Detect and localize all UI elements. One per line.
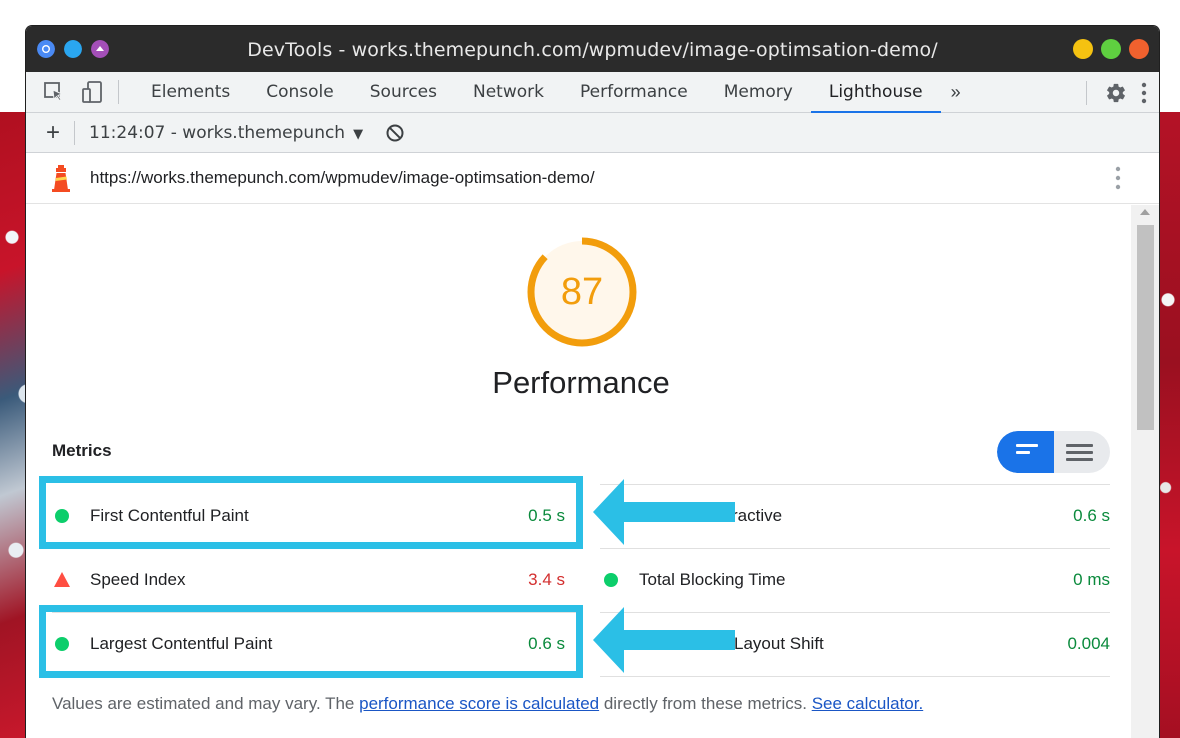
metrics-view-toggle[interactable] — [997, 431, 1110, 473]
highlight-box-fcp — [39, 476, 583, 549]
vertical-scrollbar[interactable] — [1131, 205, 1159, 738]
report-divider — [74, 120, 76, 145]
tab-lighthouse[interactable]: Lighthouse — [810, 72, 941, 113]
expanded-lines-icon[interactable] — [1066, 444, 1093, 465]
score-calculated-link[interactable]: performance score is calculated — [359, 694, 599, 713]
metric-time-to-interactive: ractive 0.6 s — [732, 484, 1110, 547]
device-toolbar-icon[interactable] — [80, 80, 104, 104]
title-bar: DevTools - works.themepunch.com/wpmudev/… — [26, 26, 1159, 72]
arrow-annotation-icon — [593, 479, 735, 545]
metric-cumulative-layout-shift: Layout Shift 0.004 — [734, 612, 1110, 675]
metrics-heading: Metrics — [52, 441, 112, 460]
metric-name: Layout Shift — [734, 633, 824, 653]
more-tabs-button[interactable]: » — [941, 82, 971, 103]
performance-score: 87 — [560, 270, 604, 313]
metric-name: Total Blocking Time — [639, 569, 786, 589]
tab-network[interactable]: Network — [455, 72, 562, 113]
inspect-element-icon[interactable] — [42, 80, 66, 104]
chrome-icon — [37, 40, 55, 58]
tab-console[interactable]: Console — [248, 72, 352, 113]
compact-lines-icon — [1016, 444, 1038, 458]
toolbar-divider-right — [1086, 80, 1087, 105]
new-report-button[interactable]: + — [46, 120, 60, 145]
metric-name: Speed Index — [90, 569, 186, 589]
scroll-up-arrow-icon[interactable] — [1140, 209, 1150, 215]
window-title: DevTools - works.themepunch.com/wpmudev/… — [247, 39, 938, 61]
app-icon — [64, 40, 82, 58]
minimize-button[interactable] — [1073, 39, 1093, 59]
performance-title: Performance — [492, 365, 670, 400]
report-url: https://works.themepunch.com/wpmudev/ima… — [90, 168, 595, 187]
more-options-icon[interactable] — [1141, 82, 1147, 104]
tab-sources[interactable]: Sources — [352, 72, 455, 113]
see-calculator-link[interactable]: See calculator. — [812, 694, 924, 713]
report-selector-label: 11:24:07 - works.themepunch — [89, 122, 346, 143]
fail-indicator-icon — [54, 572, 70, 587]
devtools-tab-bar: Elements Console Sources Network Perform… — [26, 72, 1159, 113]
footnote-text: Values are estimated and may vary. The — [52, 694, 360, 713]
report-selector[interactable]: 11:24:07 - works.themepunch ▼ — [89, 123, 363, 143]
metric-value: 3.4 s — [528, 569, 565, 589]
background-art-right — [1156, 112, 1180, 738]
metric-total-blocking-time: Total Blocking Time 0 ms — [601, 548, 1110, 611]
arrow-annotation-icon — [593, 607, 735, 673]
toolbar-divider — [118, 80, 119, 104]
maximize-button[interactable] — [1101, 39, 1121, 59]
tab-memory[interactable]: Memory — [706, 72, 811, 113]
tab-performance[interactable]: Performance — [562, 72, 706, 113]
metric-speed-index: Speed Index 3.4 s — [52, 548, 565, 611]
gear-icon[interactable] — [1105, 82, 1127, 104]
report-menu-icon[interactable] — [1115, 165, 1121, 191]
devtools-window: DevTools - works.themepunch.com/wpmudev/… — [26, 26, 1159, 738]
caret-down-icon: ▼ — [353, 126, 364, 142]
close-button[interactable] — [1129, 39, 1149, 59]
metric-value: 0.004 — [1067, 633, 1110, 653]
scroll-thumb[interactable] — [1137, 225, 1154, 430]
metric-name: ractive — [732, 505, 783, 525]
report-toolbar: + 11:24:07 - works.themepunch ▼ — [26, 113, 1159, 153]
metrics-footnote: Values are estimated and may vary. The p… — [52, 694, 923, 714]
footnote-text: directly from these metrics. — [599, 694, 812, 713]
tab-elements[interactable]: Elements — [133, 72, 248, 113]
toggle-compact-view[interactable] — [997, 431, 1054, 473]
row-divider — [600, 676, 1110, 677]
metric-value: 0 ms — [1073, 569, 1110, 589]
lighthouse-icon — [52, 165, 70, 192]
lighthouse-report: 87 Performance Metrics First Contentful … — [26, 205, 1131, 738]
clear-reports-icon[interactable] — [385, 123, 405, 143]
pass-indicator-icon — [604, 572, 618, 587]
metric-value: 0.6 s — [1073, 505, 1110, 525]
highlight-box-lcp — [39, 605, 583, 678]
launcher-icon — [91, 40, 109, 58]
report-url-bar: https://works.themepunch.com/wpmudev/ima… — [26, 153, 1159, 204]
